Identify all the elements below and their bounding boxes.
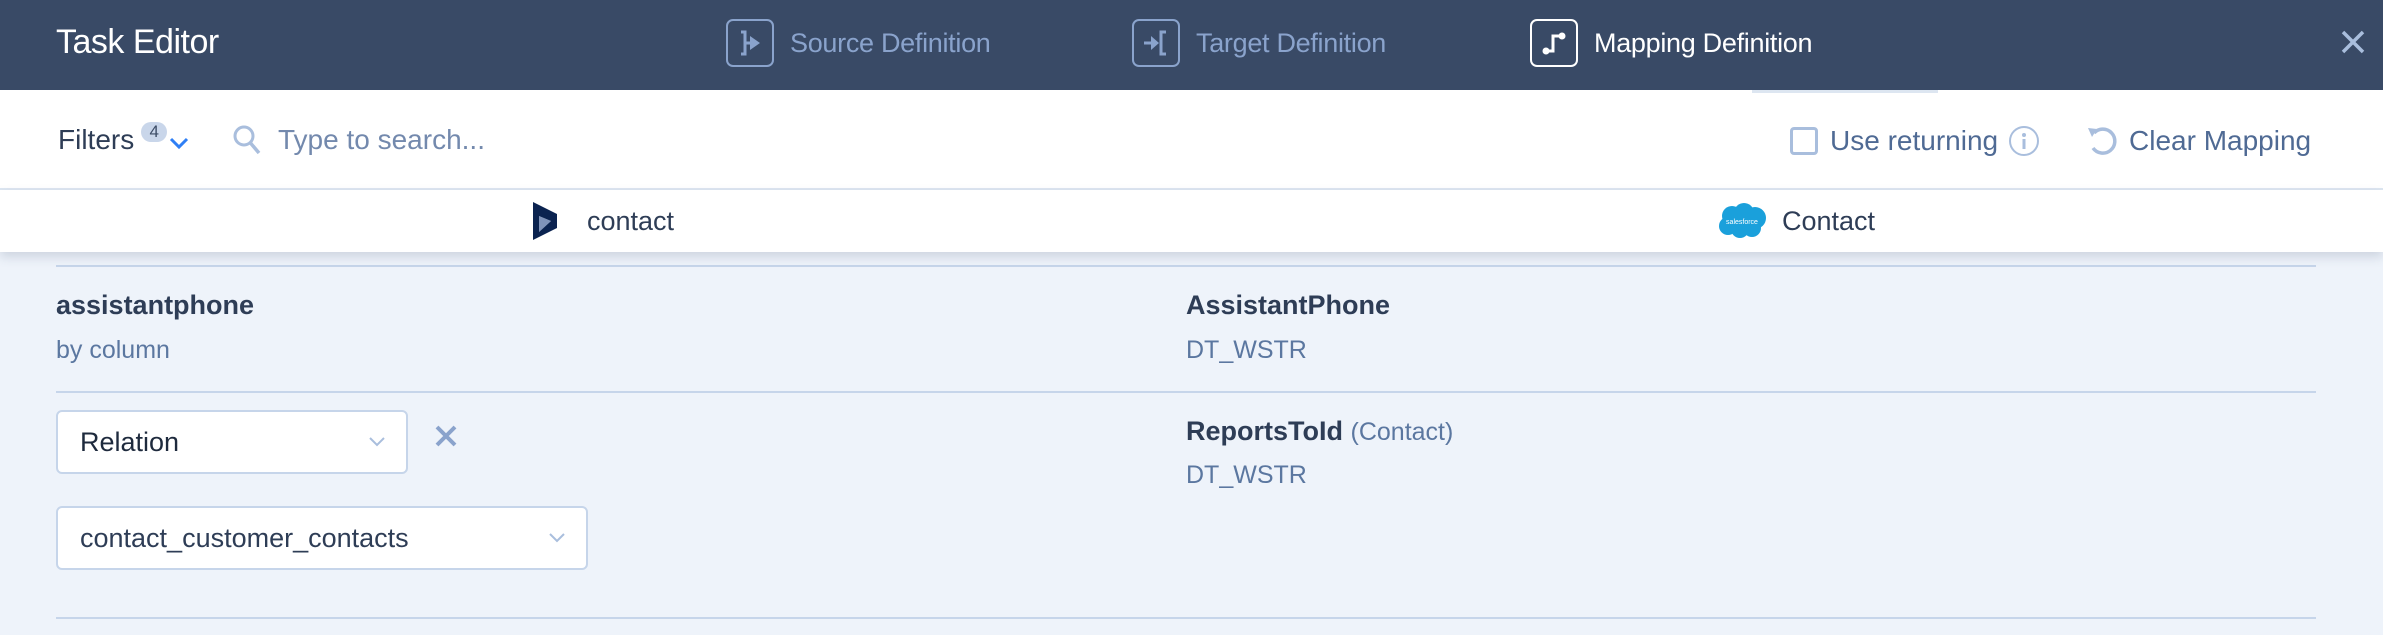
use-returning-checkbox[interactable] — [1790, 127, 1818, 155]
search-box — [232, 118, 932, 162]
source-column-name: assistantphone — [56, 290, 255, 320]
step-label: Target Definition — [1196, 27, 1387, 58]
clear-mapping-label: Clear Mapping — [2129, 125, 2312, 156]
entity-header: contact salesforce Contact — [0, 190, 2383, 252]
target-field-label: ReportsToId — [1186, 416, 1343, 446]
target-field-name: ReportsToId (Contact) — [1186, 416, 1453, 447]
step-label: Mapping Definition — [1594, 27, 1813, 58]
step-label: Source Definition — [790, 27, 991, 58]
dynamics-logo-icon — [533, 202, 557, 240]
reset-icon — [2088, 127, 2117, 155]
source-entity: contact — [531, 200, 674, 242]
close-icon — [435, 425, 457, 447]
row-divider — [56, 265, 2316, 267]
chevron-down-icon — [170, 137, 189, 150]
row-divider — [56, 617, 2316, 619]
source-mapping-mode: by column — [56, 336, 170, 364]
salesforce-logo-icon: salesforce — [1719, 203, 1766, 238]
target-definition-icon — [1132, 19, 1180, 67]
mapping-definition-icon — [1530, 19, 1578, 67]
clear-mapping-button[interactable]: Clear Mapping — [2085, 122, 2311, 160]
target-field-type: DT_WSTR — [1186, 336, 1307, 364]
source-entity-label: contact — [587, 205, 675, 236]
close-icon — [2341, 30, 2365, 54]
target-field-type: DT_WSTR — [1186, 461, 1307, 489]
step-source-definition[interactable]: Source Definition — [726, 19, 991, 67]
app-title: Task Editor — [56, 23, 219, 61]
relation-value: contact_customer_contacts — [80, 522, 409, 553]
remove-mapping-button[interactable] — [430, 420, 462, 452]
mapping-rows: assistantphone by column AssistantPhone … — [0, 252, 2383, 635]
toolbar-accent — [1752, 90, 1938, 93]
task-editor-header: Task Editor Source Definition Target Def… — [0, 0, 2383, 90]
target-entity: salesforce Contact — [1716, 200, 1875, 242]
mapping-toolbar: Filters 4 Use returning Clear Mapping — [0, 90, 2383, 190]
row-divider — [56, 391, 2316, 393]
search-icon — [233, 125, 261, 155]
mapping-type-value: Relation — [80, 426, 180, 457]
relation-select[interactable]: contact_customer_contacts — [56, 506, 588, 570]
filters-button[interactable]: Filters 4 — [58, 120, 189, 160]
mapping-type-select[interactable]: Relation — [56, 410, 408, 474]
use-returning-label: Use returning — [1830, 125, 1999, 156]
filters-label: Filters — [58, 124, 135, 155]
filters-count-badge: 4 — [141, 122, 168, 142]
chevron-down-icon — [369, 437, 385, 447]
info-icon[interactable] — [2008, 125, 2040, 157]
chevron-down-icon — [549, 533, 565, 543]
target-field-name: AssistantPhone — [1186, 290, 1391, 320]
step-target-definition[interactable]: Target Definition — [1132, 19, 1386, 67]
target-field-reference: (Contact) — [1350, 418, 1454, 446]
salesforce-logo-text: salesforce — [1726, 219, 1758, 226]
step-mapping-definition[interactable]: Mapping Definition — [1530, 19, 1813, 67]
source-definition-icon — [726, 19, 774, 67]
target-entity-label: Contact — [1782, 205, 1876, 236]
close-button[interactable] — [2335, 24, 2371, 60]
search-input[interactable] — [278, 124, 878, 156]
use-returning-option: Use returning — [1790, 123, 2040, 159]
